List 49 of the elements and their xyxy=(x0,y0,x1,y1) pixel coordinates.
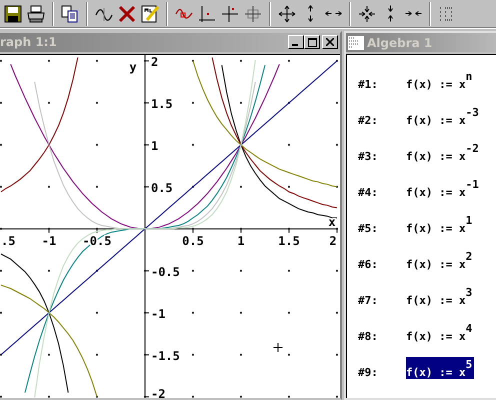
entry-number: #9: xyxy=(358,366,379,379)
entry-number: #6: xyxy=(358,258,379,271)
move-icon xyxy=(278,4,296,22)
x-tick-label: 2 xyxy=(329,234,337,248)
target-icon xyxy=(244,4,262,22)
x-axis-label: x xyxy=(328,214,336,229)
x-tick-label: 1.5 xyxy=(278,234,300,248)
entry-number: #3: xyxy=(358,150,379,163)
vertical-zoom-icon xyxy=(388,5,392,22)
y-tick-label: 2 xyxy=(151,54,158,69)
entry-number: #5: xyxy=(358,222,379,235)
axes-icon xyxy=(198,4,216,22)
vertical-arrows-icon xyxy=(308,5,312,22)
entry-number: #8: xyxy=(358,330,379,343)
horizontal-zoom-icon xyxy=(404,11,422,16)
save-icon xyxy=(4,4,22,22)
x-tick-label: 1 xyxy=(237,234,245,248)
annotate-icon xyxy=(141,4,159,22)
toolbar-button[interactable] xyxy=(139,2,161,24)
y-tick-label: 0.5 xyxy=(151,180,173,195)
entry-number: #4: xyxy=(358,186,379,199)
cursor-icon xyxy=(273,342,283,352)
x-tick-label: .5 xyxy=(1,234,16,248)
maximize-button[interactable] xyxy=(304,35,320,50)
entry-number: #2: xyxy=(358,114,379,127)
y-tick-label: -1 xyxy=(151,306,166,321)
delete-icon xyxy=(118,4,136,22)
y-tick-label: -2 xyxy=(151,386,166,398)
y-tick-label: 1 xyxy=(151,138,158,153)
entry-number: #1: xyxy=(358,78,379,91)
entry-number: #7: xyxy=(358,294,379,307)
toolbar-button[interactable] xyxy=(2,2,24,24)
y-tick-label: -0.5 xyxy=(151,264,180,279)
crosshair-icon xyxy=(221,4,239,22)
maximize-icon xyxy=(308,38,316,47)
y-tick-label: 1.5 xyxy=(151,96,173,111)
close-button[interactable] xyxy=(322,35,338,50)
x-tick-label: -1 xyxy=(42,234,56,248)
minimize-button[interactable] xyxy=(288,35,304,50)
y-axis-label: y xyxy=(129,60,137,74)
copy-icon xyxy=(61,4,79,22)
close-icon xyxy=(326,38,334,46)
horizontal-arrows-icon xyxy=(324,11,342,16)
y-tick-label: -1.5 xyxy=(151,348,180,363)
zoom-in-icon xyxy=(358,4,376,22)
x-tick-label: 0.5 xyxy=(182,234,204,248)
document-icon xyxy=(348,36,364,50)
print-icon xyxy=(27,4,45,22)
window-title: raph 1:1 xyxy=(0,35,57,50)
